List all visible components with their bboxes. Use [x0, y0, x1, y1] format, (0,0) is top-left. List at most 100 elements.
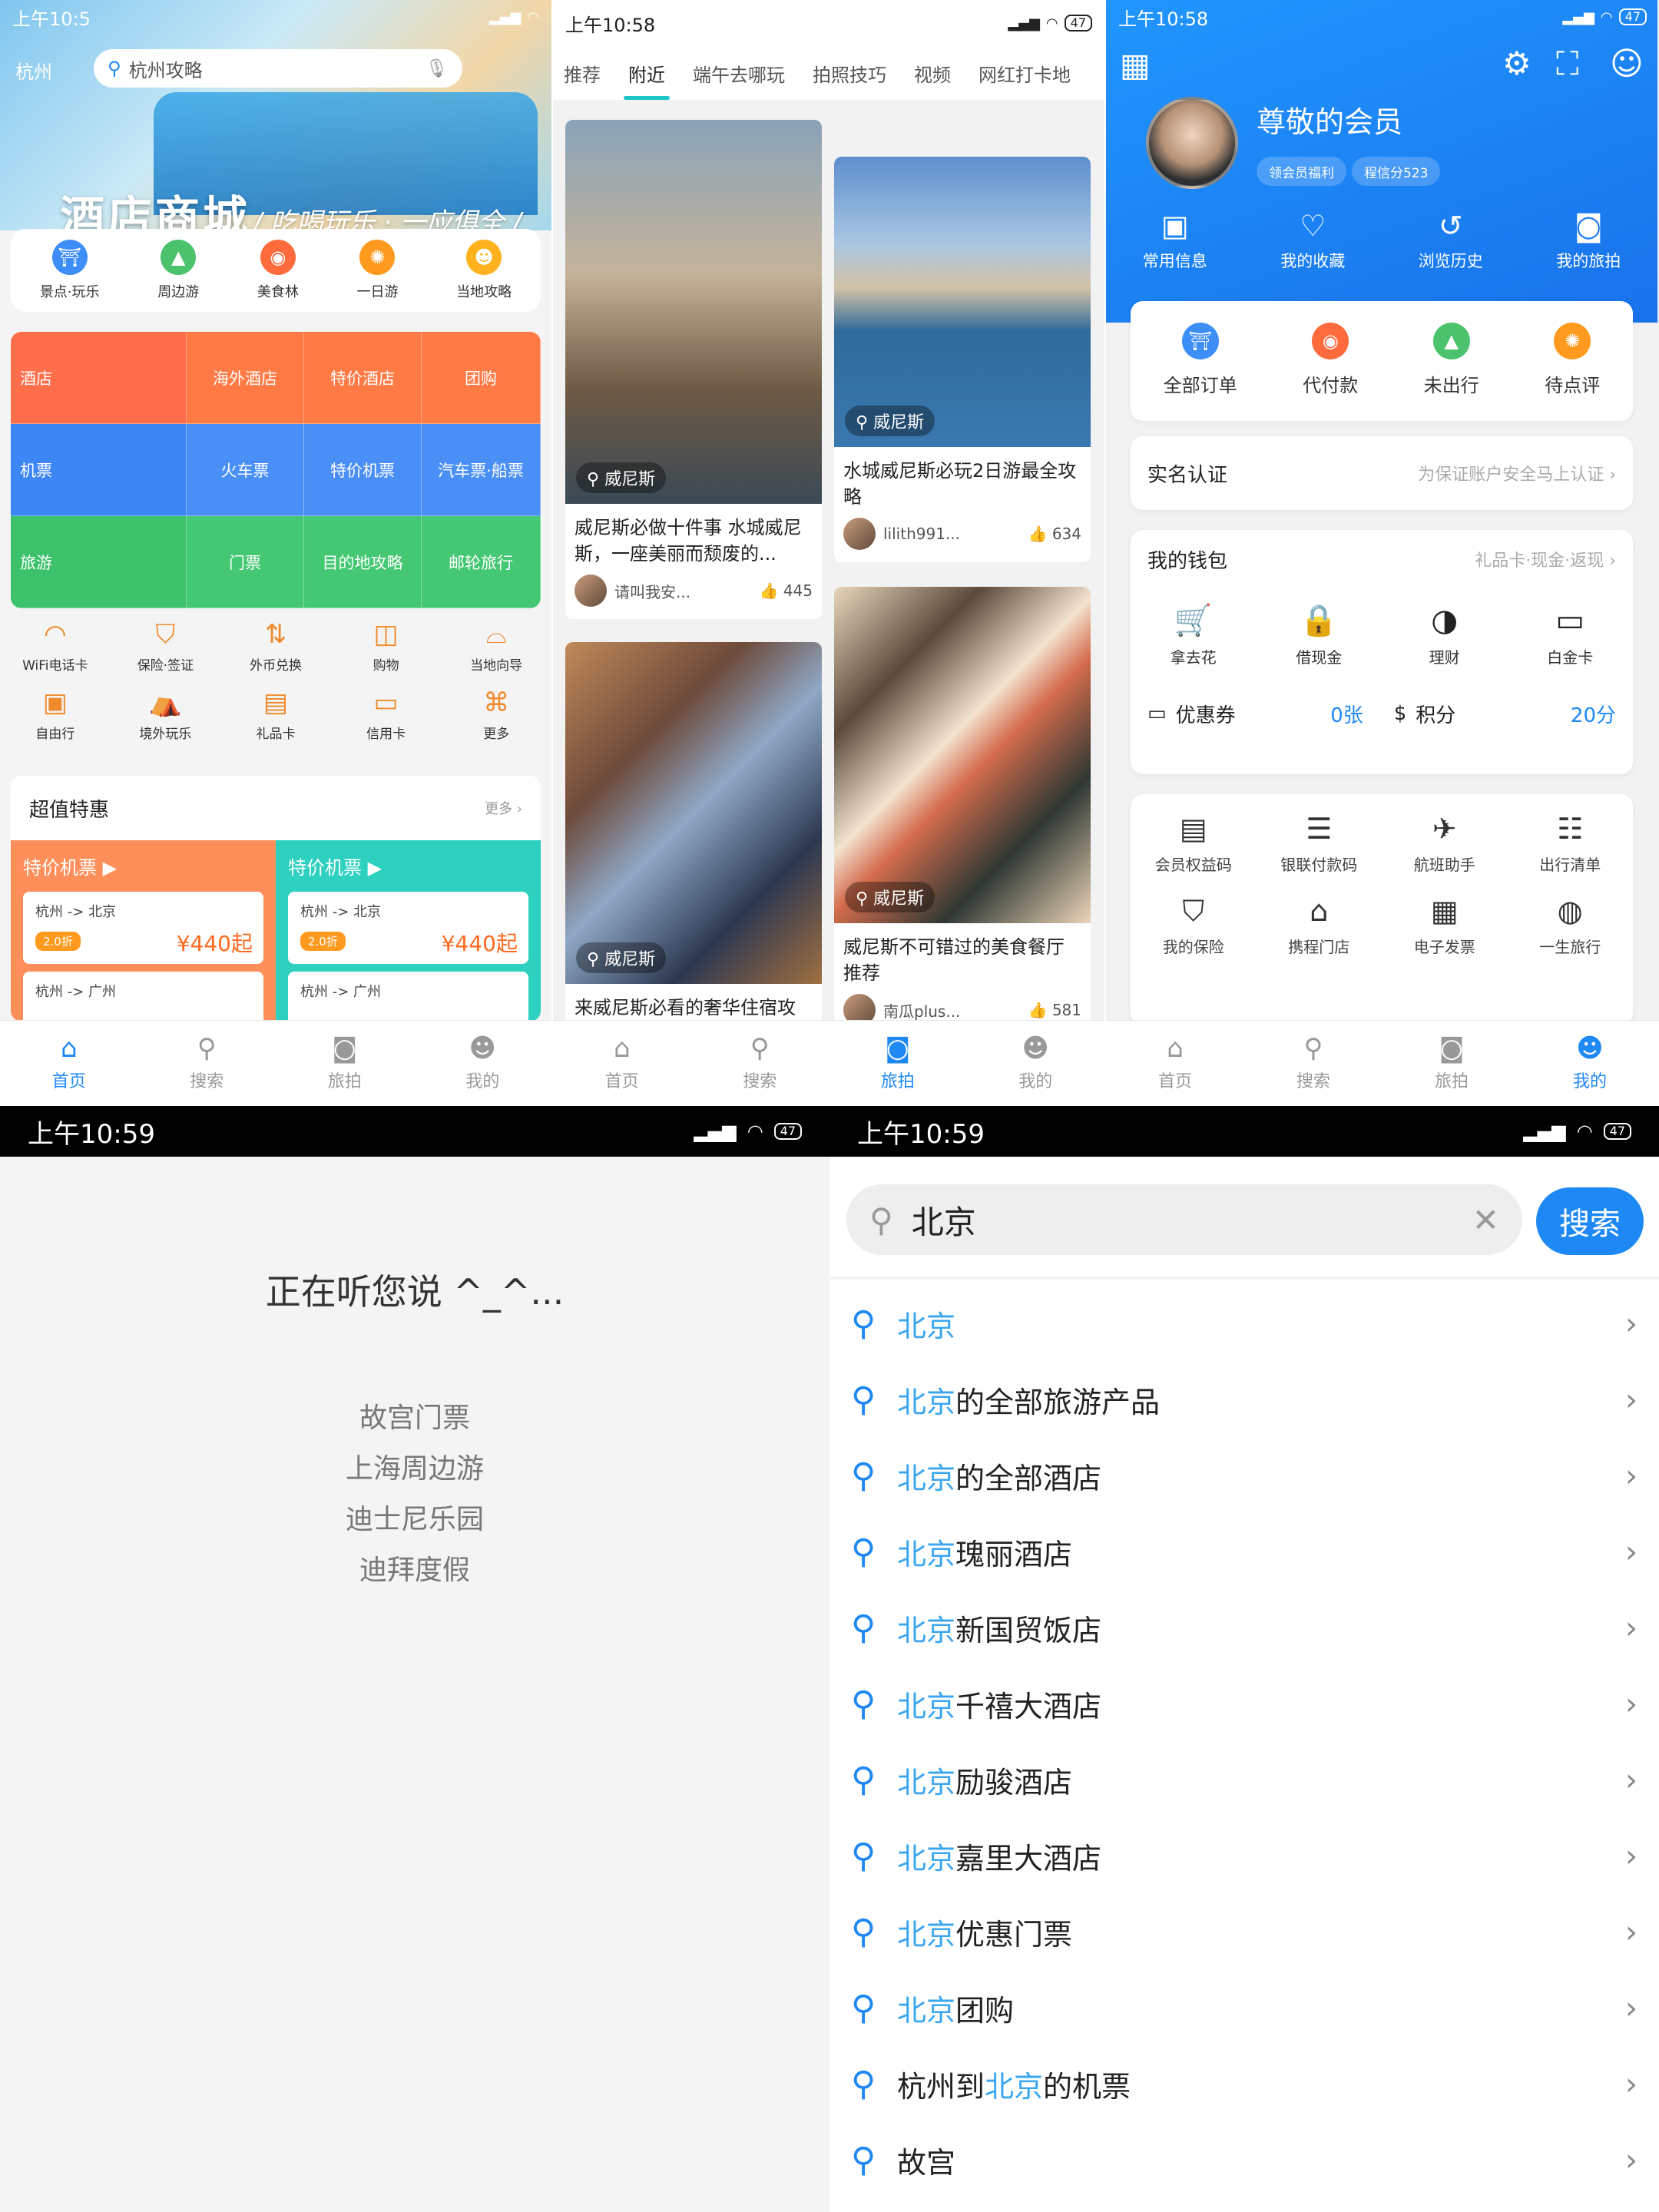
nav-home[interactable]: ⌂ 首页 [0, 1021, 138, 1104]
quick-attractions[interactable]: ⛩ 景点·玩乐 [40, 240, 100, 301]
grid-train[interactable]: 火车票 [187, 424, 304, 516]
nav-photo[interactable]: ◙ 旅拍 [276, 1021, 414, 1104]
tab-video[interactable]: 视频 [914, 46, 951, 100]
grid-destination[interactable]: 目的地攻略 [304, 516, 422, 608]
tab-recommend[interactable]: 推荐 [564, 46, 601, 100]
svc-wifi[interactable]: ◠ WiFi电话卡 [0, 619, 111, 674]
voice-suggestion[interactable]: 迪士尼乐园 [0, 1495, 830, 1545]
search-suggestion-item[interactable]: ⚲ 北京 嘉里大酒店 › [830, 1818, 1659, 1894]
like-count[interactable]: 👍 445 [760, 581, 813, 600]
search-input[interactable]: ⚲ 北京 ✕ [846, 1184, 1522, 1255]
points-value[interactable]: 20分 [1571, 700, 1616, 728]
member-benefits-pill[interactable]: 领会员福利 [1257, 157, 1346, 186]
wallet-header[interactable]: 我的钱包 礼品卡·现金·返现 › [1131, 530, 1633, 588]
tab-hotspots[interactable]: 网红打卡地 [979, 46, 1071, 100]
shortcut-info[interactable]: ▣ 常用信息 [1143, 210, 1207, 272]
voice-suggestion[interactable]: 迪拜度假 [0, 1545, 830, 1596]
hero-banner[interactable]: 酒店商城 / 吃喝玩乐 · 一应俱全 / [0, 0, 551, 243]
search-button[interactable]: 搜索 [1536, 1187, 1644, 1255]
wallet-finance[interactable]: ◑ 理财 [1382, 604, 1508, 667]
tool-flight[interactable]: ✈ 航班助手 [1382, 813, 1508, 875]
shortcut-history[interactable]: ↺ 浏览历史 [1419, 210, 1483, 272]
tool-invoice[interactable]: ▦ 电子发票 [1382, 895, 1508, 957]
order-all[interactable]: ⛩ 全部订单 [1164, 323, 1237, 397]
deals-more-link[interactable]: 更多 › [485, 798, 522, 818]
tool-checklist[interactable]: ☷ 出行清单 [1508, 813, 1634, 875]
search-suggestion-item[interactable]: ⚲ 北京 优惠门票 › [830, 1894, 1659, 1970]
tab-dragon-boat[interactable]: 端午去哪玩 [693, 46, 785, 100]
search-suggestion-item[interactable]: ⚲ 北京 团购 › [830, 1970, 1659, 2046]
quick-nearby[interactable]: ▲ 周边游 [157, 240, 199, 301]
nav-search[interactable]: ⚲ 搜索 [1244, 1021, 1382, 1104]
shortcut-favorites[interactable]: ♡ 我的收藏 [1280, 210, 1345, 272]
verification-card[interactable]: 实名认证 为保证账户安全马上认证 › [1131, 436, 1633, 510]
city-selector[interactable]: 杭州 [15, 57, 52, 84]
feed-card[interactable]: ⚲ 威尼斯 威尼斯必做十件事 水城威尼斯，一座美丽而颓废的... 请叫我安...… [565, 120, 822, 619]
mic-icon[interactable]: 🎙 [426, 58, 449, 79]
svc-guide[interactable]: ⌓ 当地向导 [441, 619, 551, 674]
grid-bus-ship[interactable]: 汽车票·船票 [422, 424, 541, 516]
grid-travel[interactable]: 旅游 [11, 516, 187, 608]
points-label[interactable]: 积分 [1416, 700, 1571, 728]
svc-more[interactable]: ⌘ 更多 [441, 687, 551, 742]
coupon-label[interactable]: 优惠券 [1176, 700, 1331, 728]
credit-score-pill[interactable]: 程信分523 [1352, 157, 1441, 186]
tool-insurance[interactable]: ⛉ 我的保险 [1131, 895, 1257, 957]
tab-nearby[interactable]: 附近 [624, 46, 670, 100]
tool-stores[interactable]: ⌂ 携程门店 [1257, 895, 1382, 957]
coupon-count[interactable]: 0张 [1330, 700, 1363, 728]
wallet-platinum-card[interactable]: ▭ 白金卡 [1508, 604, 1634, 667]
wallet-cash-loan[interactable]: 🔒 借现金 [1257, 604, 1382, 667]
nav-mine[interactable]: ☻ 我的 [1521, 1021, 1659, 1104]
like-count[interactable]: 👍 634 [1028, 525, 1081, 543]
svc-overseas-fun[interactable]: ⛺ 境外玩乐 [111, 687, 221, 742]
grid-hotel[interactable]: 酒店 [11, 332, 187, 424]
ticket-card[interactable]: 杭州 -> 广州 [23, 972, 263, 1022]
svc-credit-card[interactable]: ▭ 信用卡 [331, 687, 442, 742]
nav-home[interactable]: ⌂ 首页 [553, 1021, 691, 1104]
search-suggestion-item[interactable]: ⚲ 故宫 › [830, 2122, 1659, 2198]
svc-exchange[interactable]: ⇅ 外币兑换 [220, 619, 331, 674]
nav-photo[interactable]: ◙ 旅拍 [829, 1021, 967, 1104]
search-suggestion-item[interactable]: ⚲ 北京 新国贸饭店 › [830, 1590, 1659, 1666]
tool-life-travel[interactable]: ◍ 一生旅行 [1508, 895, 1634, 957]
grid-special-hotel[interactable]: 特价酒店 [304, 332, 422, 424]
deal-column-title[interactable]: 特价机票 ▶ [288, 853, 528, 879]
grid-overseas-hotel[interactable]: 海外酒店 [187, 332, 304, 424]
calendar-icon[interactable]: ▦ [1120, 46, 1151, 84]
ticket-card[interactable]: 杭州 -> 北京 2.0折 ¥440起 [23, 892, 263, 964]
tool-member-code[interactable]: ▤ 会员权益码 [1131, 813, 1257, 875]
quick-food[interactable]: ◉ 美食林 [257, 240, 299, 301]
scan-icon[interactable]: ⛶ [1556, 45, 1578, 83]
quick-day-trip[interactable]: ✺ 一日游 [356, 240, 398, 301]
voice-suggestion[interactable]: 故宫门票 [0, 1393, 830, 1444]
quick-guide[interactable]: ☻ 当地攻略 [456, 240, 512, 301]
service-icon[interactable]: ☺ [1610, 45, 1644, 82]
tab-photo-tips[interactable]: 拍照技巧 [813, 46, 886, 100]
search-suggestion-item[interactable]: ⚲ 杭州到 北京 的机票 › [830, 2046, 1659, 2122]
wallet-installment[interactable]: 🛒 拿去花 [1131, 604, 1257, 667]
search-suggestion-item[interactable]: ⚲ 北京 的全部旅游产品 › [830, 1362, 1659, 1438]
grid-tickets[interactable]: 门票 [187, 516, 304, 608]
ticket-card[interactable]: 杭州 -> 广州 [288, 972, 528, 1022]
deal-column-title[interactable]: 特价机票 ▶ [23, 853, 263, 879]
like-count[interactable]: 👍 581 [1028, 1001, 1081, 1019]
grid-special-flight[interactable]: 特价机票 [304, 424, 422, 516]
nav-mine[interactable]: ☻ 我的 [967, 1021, 1105, 1104]
nav-home[interactable]: ⌂ 首页 [1106, 1021, 1244, 1104]
svc-gift-card[interactable]: ▤ 礼品卡 [220, 687, 331, 742]
svc-free-travel[interactable]: ▣ 自由行 [0, 687, 111, 742]
order-pending-pay[interactable]: ◉ 代付款 [1303, 323, 1358, 397]
avatar[interactable] [1146, 97, 1238, 189]
nav-search[interactable]: ⚲ 搜索 [691, 1021, 830, 1104]
feed-card[interactable]: ⚲ 威尼斯 水城威尼斯必玩2日游最全攻略 lilith991... 👍 634 [834, 157, 1091, 562]
nav-mine[interactable]: ☻ 我的 [414, 1021, 552, 1104]
clear-icon[interactable]: ✕ [1472, 1201, 1499, 1239]
search-suggestion-item[interactable]: ⚲ 北京 千禧大酒店 › [830, 1666, 1659, 1742]
nav-search[interactable]: ⚲ 搜索 [138, 1021, 276, 1104]
shortcut-my-photos[interactable]: ◙ 我的旅拍 [1556, 210, 1621, 272]
search-suggestion-item[interactable]: ⚲ 北京 瑰丽酒店 › [830, 1514, 1659, 1590]
ticket-card[interactable]: 杭州 -> 北京 2.0折 ¥440起 [288, 892, 528, 964]
grid-cruise[interactable]: 邮轮旅行 [422, 516, 541, 608]
svc-shopping[interactable]: ◫ 购物 [331, 619, 442, 674]
